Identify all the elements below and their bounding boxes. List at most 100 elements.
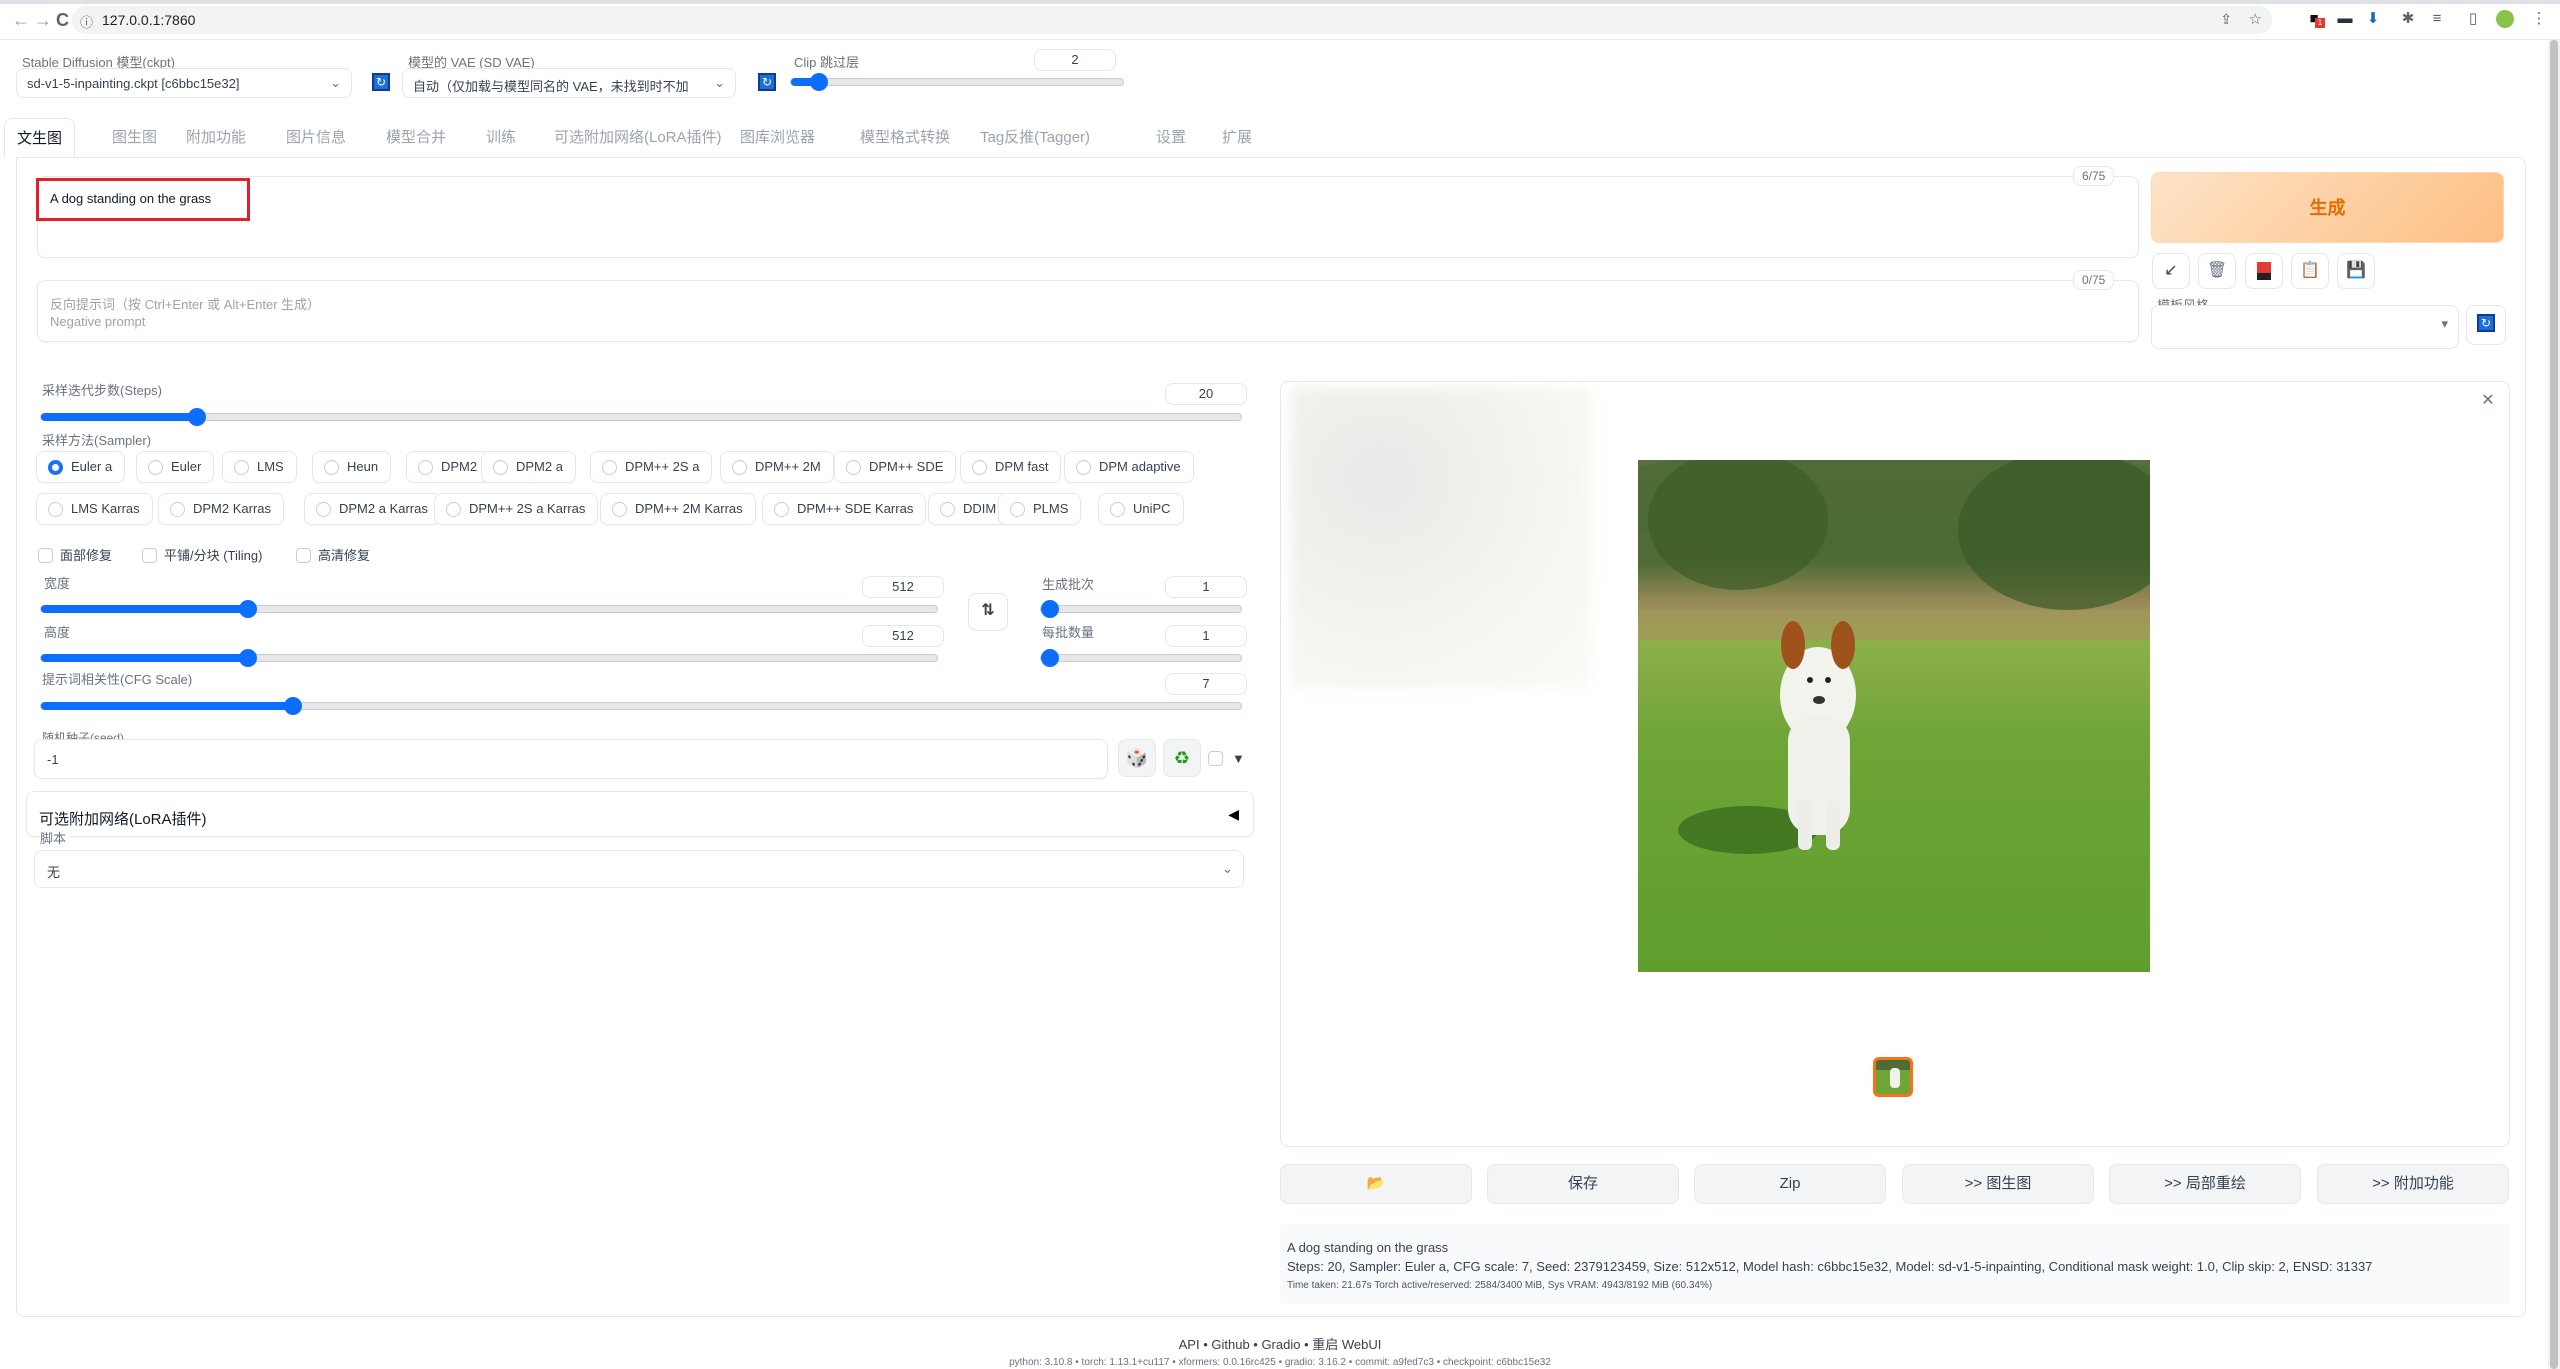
tab-10[interactable]: 设置 xyxy=(1156,118,1186,158)
sampler-option[interactable]: DPM adaptive xyxy=(1064,451,1194,483)
tab-5[interactable]: 训练 xyxy=(486,118,516,158)
tab-7[interactable]: 图库浏览器 xyxy=(740,118,815,158)
width-slider[interactable] xyxy=(40,600,938,618)
radio-icon[interactable] xyxy=(732,460,747,475)
sampler-option[interactable]: UniPC xyxy=(1098,493,1184,525)
save-button[interactable]: 保存 xyxy=(1487,1164,1679,1204)
send-to-img2img-button[interactable]: >> 图生图 xyxy=(1902,1164,2094,1204)
extensions-puzzle-icon[interactable]: ✱ xyxy=(2399,10,2417,28)
radio-icon[interactable] xyxy=(612,502,627,517)
negative-prompt-textarea[interactable]: 反向提示词（按 Ctrl+Enter 或 Alt+Enter 生成） Negat… xyxy=(37,280,2139,342)
extension-icon-2[interactable]: ▬ xyxy=(2336,10,2354,28)
extension-icon[interactable]: ■ 1 xyxy=(2305,10,2325,28)
media-control-icon[interactable]: ≡ xyxy=(2428,10,2446,28)
radio-icon[interactable] xyxy=(1110,502,1125,517)
bookmark-star-icon[interactable]: ☆ xyxy=(2249,10,2262,28)
tab-11[interactable]: 扩展 xyxy=(1222,118,1252,158)
read-params-button[interactable]: ↙ xyxy=(2152,253,2190,289)
send-to-extras-button[interactable]: >> 附加功能 xyxy=(2317,1164,2509,1204)
steps-slider[interactable] xyxy=(40,408,1242,426)
sampler-option[interactable]: DPM++ 2S a xyxy=(590,451,713,483)
sampler-option[interactable]: DPM2 xyxy=(406,451,491,483)
style-select[interactable]: ▾ xyxy=(2151,305,2459,349)
sampler-option[interactable]: DPM++ 2M xyxy=(720,451,834,483)
sampler-option[interactable]: DPM2 a Karras xyxy=(304,493,441,525)
steps-input[interactable]: 20 xyxy=(1165,383,1247,405)
radio-icon[interactable] xyxy=(48,502,63,517)
apply-style-button[interactable]: 📋 xyxy=(2291,253,2329,289)
model-select[interactable]: sd-v1-5-inpainting.ckpt [c6bbc15e32] ⌄ xyxy=(16,68,352,98)
slider-thumb[interactable] xyxy=(1041,600,1059,618)
reload-icon[interactable]: C xyxy=(56,10,69,31)
batch-size-slider[interactable] xyxy=(1040,649,1242,667)
sampler-option[interactable]: Euler a xyxy=(36,451,126,483)
tab-1[interactable]: 图生图 xyxy=(112,118,157,158)
close-icon[interactable]: ✕ xyxy=(2477,390,2499,412)
tab-9[interactable]: Tag反推(Tagger) xyxy=(980,118,1090,158)
sampler-option[interactable]: DPM2 a xyxy=(481,451,576,483)
radio-icon[interactable] xyxy=(446,502,461,517)
swap-dimensions-button[interactable]: ⇅ xyxy=(968,593,1008,631)
random-seed-button[interactable]: 🎲 xyxy=(1118,739,1156,777)
radio-icon[interactable] xyxy=(234,460,249,475)
side-panel-icon[interactable]: ▯ xyxy=(2464,10,2482,28)
vae-select[interactable]: 自动（仅加载与模型同名的 VAE，未找到时不加 ⌄ xyxy=(402,68,736,98)
refresh-model-icon[interactable]: ↻ xyxy=(372,73,390,91)
generated-image[interactable] xyxy=(1638,460,2150,972)
face-restore-checkbox[interactable]: 面部修复 xyxy=(38,548,112,564)
clip-skip-input[interactable]: 2 xyxy=(1034,49,1116,71)
generate-button[interactable]: 生成 xyxy=(2151,172,2504,243)
sampler-option[interactable]: LMS xyxy=(222,451,297,483)
radio-icon[interactable] xyxy=(1076,460,1091,475)
extra-seed-toggle-icon[interactable]: ▼ xyxy=(1232,751,1245,766)
height-slider[interactable] xyxy=(40,649,938,667)
menu-icon[interactable]: ⋮ xyxy=(2530,10,2548,28)
slider-thumb[interactable] xyxy=(238,600,257,618)
sampler-option[interactable]: PLMS xyxy=(998,493,1082,525)
collapse-arrow-icon[interactable]: ◀ xyxy=(1228,806,1239,823)
tab-4[interactable]: 模型合并 xyxy=(386,118,446,158)
radio-icon[interactable] xyxy=(602,460,617,475)
sampler-option[interactable]: DPM++ SDE xyxy=(834,451,957,483)
slider-thumb[interactable] xyxy=(1041,649,1059,667)
refresh-styles-button[interactable]: ↻ xyxy=(2466,305,2506,345)
radio-icon[interactable] xyxy=(148,460,163,475)
tiling-checkbox[interactable]: 平铺/分块 (Tiling) xyxy=(142,548,262,564)
radio-icon[interactable] xyxy=(846,460,861,475)
script-select[interactable]: 无 ⌄ xyxy=(34,850,1244,888)
lora-accordion[interactable]: 可选附加网络(LoRA插件) ◀ xyxy=(26,791,1254,837)
forward-icon[interactable]: → xyxy=(34,10,52,31)
footer-links[interactable]: API • Github • Gradio • 重启 WebUI xyxy=(0,1334,2560,1353)
save-style-button[interactable]: 💾 xyxy=(2337,253,2375,289)
radio-icon[interactable] xyxy=(418,460,433,475)
sampler-option[interactable]: DPM++ SDE Karras xyxy=(762,493,927,525)
refresh-vae-icon[interactable]: ↻ xyxy=(758,73,776,91)
radio-icon[interactable] xyxy=(170,502,185,517)
radio-icon[interactable] xyxy=(774,502,789,517)
tab-6[interactable]: 可选附加网络(LoRA插件) xyxy=(554,118,722,158)
cfg-slider[interactable] xyxy=(40,697,1242,715)
width-input[interactable]: 512 xyxy=(862,576,944,598)
back-icon[interactable]: ← xyxy=(12,10,30,31)
checkbox-box[interactable] xyxy=(1208,751,1223,766)
prompt-textarea[interactable]: A dog standing on the grass xyxy=(36,176,2139,258)
sampler-option[interactable]: LMS Karras xyxy=(36,493,153,525)
radio-icon[interactable] xyxy=(493,460,508,475)
site-info-icon[interactable]: ⓘ xyxy=(80,12,93,31)
checkbox-box[interactable] xyxy=(38,548,53,563)
clear-prompt-button[interactable]: 🗑 xyxy=(2198,253,2236,289)
cfg-input[interactable]: 7 xyxy=(1165,673,1247,695)
checkbox-box[interactable] xyxy=(142,548,157,563)
batch-count-input[interactable]: 1 xyxy=(1165,576,1247,598)
batch-size-input[interactable]: 1 xyxy=(1165,625,1247,647)
sampler-option[interactable]: Heun xyxy=(312,451,392,483)
sampler-option[interactable]: DPM++ 2M Karras xyxy=(600,493,756,525)
address-bar[interactable]: ⓘ 127.0.0.1:7860 ⇪ ☆ xyxy=(72,6,2272,34)
slider-thumb[interactable] xyxy=(238,649,257,667)
sampler-option[interactable]: Euler xyxy=(136,451,215,483)
download-extension-icon[interactable]: ⬇ xyxy=(2364,10,2382,28)
sampler-option[interactable]: DPM fast xyxy=(960,451,1062,483)
gallery-thumbnail[interactable] xyxy=(1873,1057,1913,1097)
page-scrollbar[interactable] xyxy=(2548,40,2560,1369)
tab-0[interactable]: 文生图 xyxy=(4,118,76,158)
